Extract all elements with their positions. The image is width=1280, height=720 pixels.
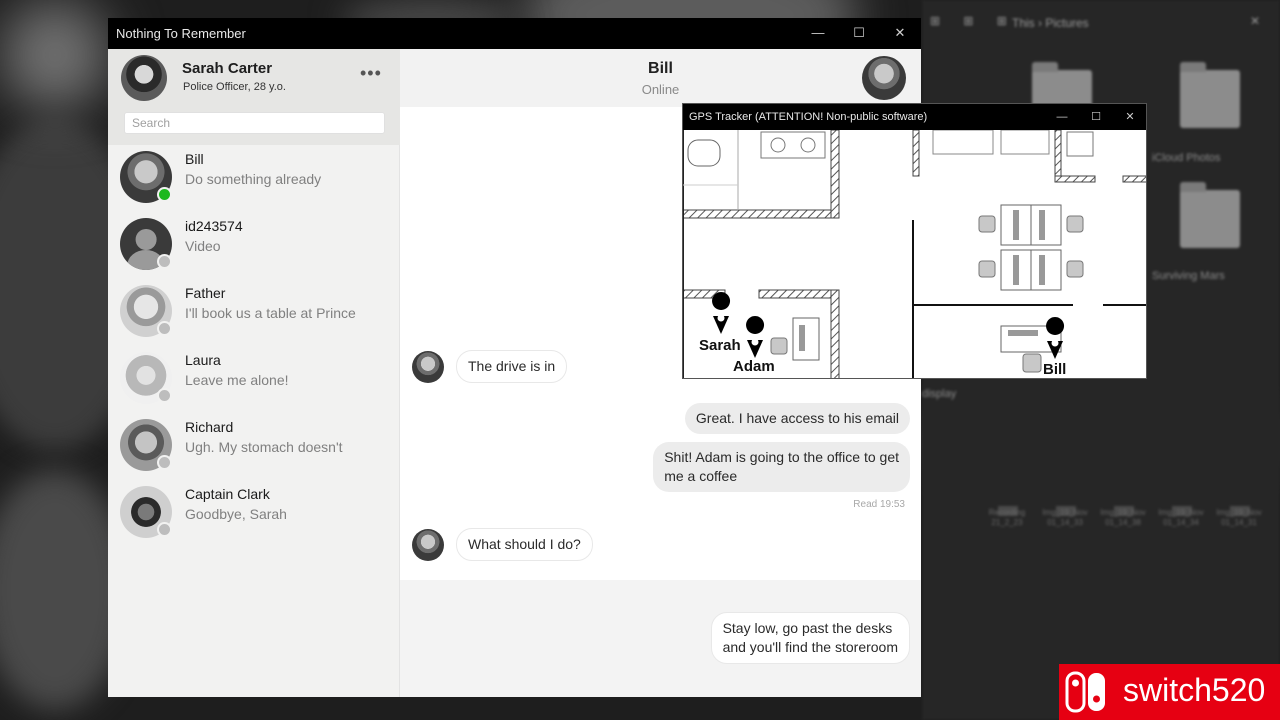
folder-label-icloud[interactable]: iCloud Photos (1152, 152, 1221, 164)
close-button[interactable]: ✕ (1119, 107, 1141, 127)
close-icon[interactable]: ✕ (1250, 14, 1260, 28)
contact-name: id243574 (185, 218, 243, 234)
offline-status-icon (157, 254, 172, 269)
contact-name: Laura (185, 352, 221, 368)
floor-plan-map[interactable]: Sarah Adam Bill (683, 130, 1147, 379)
close-button[interactable]: ✕ (887, 22, 913, 44)
watermark-badge: switch520 (1059, 664, 1280, 720)
chat-contact-status: Online (641, 82, 680, 97)
minimize-button[interactable]: — (1051, 107, 1073, 127)
maximize-button[interactable]: ☐ (846, 22, 872, 44)
marker-label-bill: Bill (1043, 361, 1066, 378)
contact-name: Captain Clark (185, 486, 270, 502)
explorer-side-text: display (922, 388, 957, 400)
gps-window-title: GPS Tracker (ATTENTION! Non-public softw… (689, 111, 928, 123)
contact-name: Bill (185, 151, 204, 167)
message-bubble-incoming: The drive is in (456, 350, 568, 383)
message-bubble-outgoing: Shit! Adam is going to the office to get… (653, 442, 910, 492)
contact-item-laura[interactable]: Laura Leave me alone! (108, 346, 400, 413)
file-label[interactable]: Img_19_Nov 01_14_38 (1094, 508, 1152, 528)
contact-item-father[interactable]: Father I'll book us a table at Prince (108, 279, 400, 346)
user-profile-header: Sarah Carter Police Officer, 28 y.o. ••• (108, 49, 400, 145)
chat-header: Bill Online (400, 49, 921, 107)
reply-line: Stay low, go past the desks (722, 620, 893, 636)
switch-logo-icon (1065, 671, 1105, 713)
contact-item-richard[interactable]: Richard Ugh. My stomach doesn't (108, 413, 400, 480)
contact-item-captain-clark[interactable]: Captain Clark Goodbye, Sarah (108, 480, 400, 547)
marker-label-sarah: Sarah (699, 337, 741, 354)
reply-line: and you'll find the storeroom (722, 639, 898, 655)
window-title: Nothing To Remember (116, 26, 246, 41)
message-line: me a coffee (664, 468, 738, 484)
contact-name: Richard (185, 419, 234, 435)
chat-contact-avatar[interactable] (862, 56, 906, 100)
gps-titlebar[interactable]: GPS Tracker (ATTENTION! Non-public softw… (683, 104, 1146, 130)
offline-status-icon (157, 522, 172, 537)
gps-tracker-window: GPS Tracker (ATTENTION! Non-public softw… (682, 103, 1147, 379)
more-options-icon[interactable]: ••• (360, 63, 382, 84)
file-label[interactable]: Img_19_Nov 01_14_33 (1036, 508, 1094, 528)
message-bubble-outgoing: Great. I have access to his email (684, 403, 910, 434)
folder-label-surviving-mars[interactable]: Surviving Mars (1152, 270, 1225, 282)
file-label[interactable]: Img_19_Nov 01_14_31 (1210, 508, 1268, 528)
file-label[interactable]: Img_19_Nov 01_14_34 (1152, 508, 1210, 528)
folder-icon[interactable] (1180, 182, 1240, 248)
search-input[interactable] (124, 112, 385, 134)
file-label[interactable]: Recording 21_2_23 (978, 508, 1036, 528)
chat-contact-name: Bill (648, 60, 673, 77)
reply-option-button[interactable]: Stay low, go past the desks and you'll f… (710, 612, 910, 664)
explorer-toolbar-icons: ⊞ ⊞ ⊞ (930, 14, 1017, 28)
contact-last-message: Do something already (185, 171, 322, 187)
user-name: Sarah Carter (182, 60, 273, 77)
message-bubble-incoming: What should I do? (456, 528, 593, 561)
marker-label-adam: Adam (733, 358, 775, 375)
window-titlebar[interactable]: Nothing To Remember — ☐ ✕ (108, 18, 921, 49)
explorer-file-row: Recording 21_2_23Img_19_Nov 01_14_33Img_… (978, 508, 1268, 528)
watermark-text: switch520 (1123, 672, 1266, 708)
read-receipt: Read 19:53 (853, 499, 905, 510)
folder-icon[interactable] (1180, 62, 1240, 128)
contact-name: Father (185, 285, 226, 301)
contact-item-id243574[interactable]: id243574 Video (108, 212, 400, 279)
message-avatar (412, 351, 444, 383)
contact-last-message: Goodbye, Sarah (185, 506, 287, 522)
user-subtitle: Police Officer, 28 y.o. (183, 81, 286, 93)
user-avatar[interactable] (121, 55, 167, 101)
offline-status-icon (157, 455, 172, 470)
contact-last-message: Leave me alone! (185, 372, 289, 388)
contact-last-message: Ugh. My stomach doesn't (185, 439, 343, 455)
offline-status-icon (157, 321, 172, 336)
explorer-breadcrumb[interactable]: This › Pictures (1012, 16, 1089, 30)
online-status-icon (157, 187, 172, 202)
minimize-button[interactable]: — (805, 22, 831, 44)
contact-item-bill[interactable]: Bill Do something already (108, 145, 400, 212)
message-line: Shit! Adam is going to the office to get (664, 449, 899, 465)
contact-last-message: Video (185, 238, 221, 254)
maximize-button[interactable]: ☐ (1085, 107, 1107, 127)
message-avatar (412, 529, 444, 561)
contact-last-message: I'll book us a table at Prince (185, 305, 356, 321)
offline-status-icon (157, 388, 172, 403)
reply-options-area: Stay low, go past the desks and you'll f… (400, 580, 921, 697)
contacts-sidebar: Sarah Carter Police Officer, 28 y.o. •••… (108, 49, 400, 697)
